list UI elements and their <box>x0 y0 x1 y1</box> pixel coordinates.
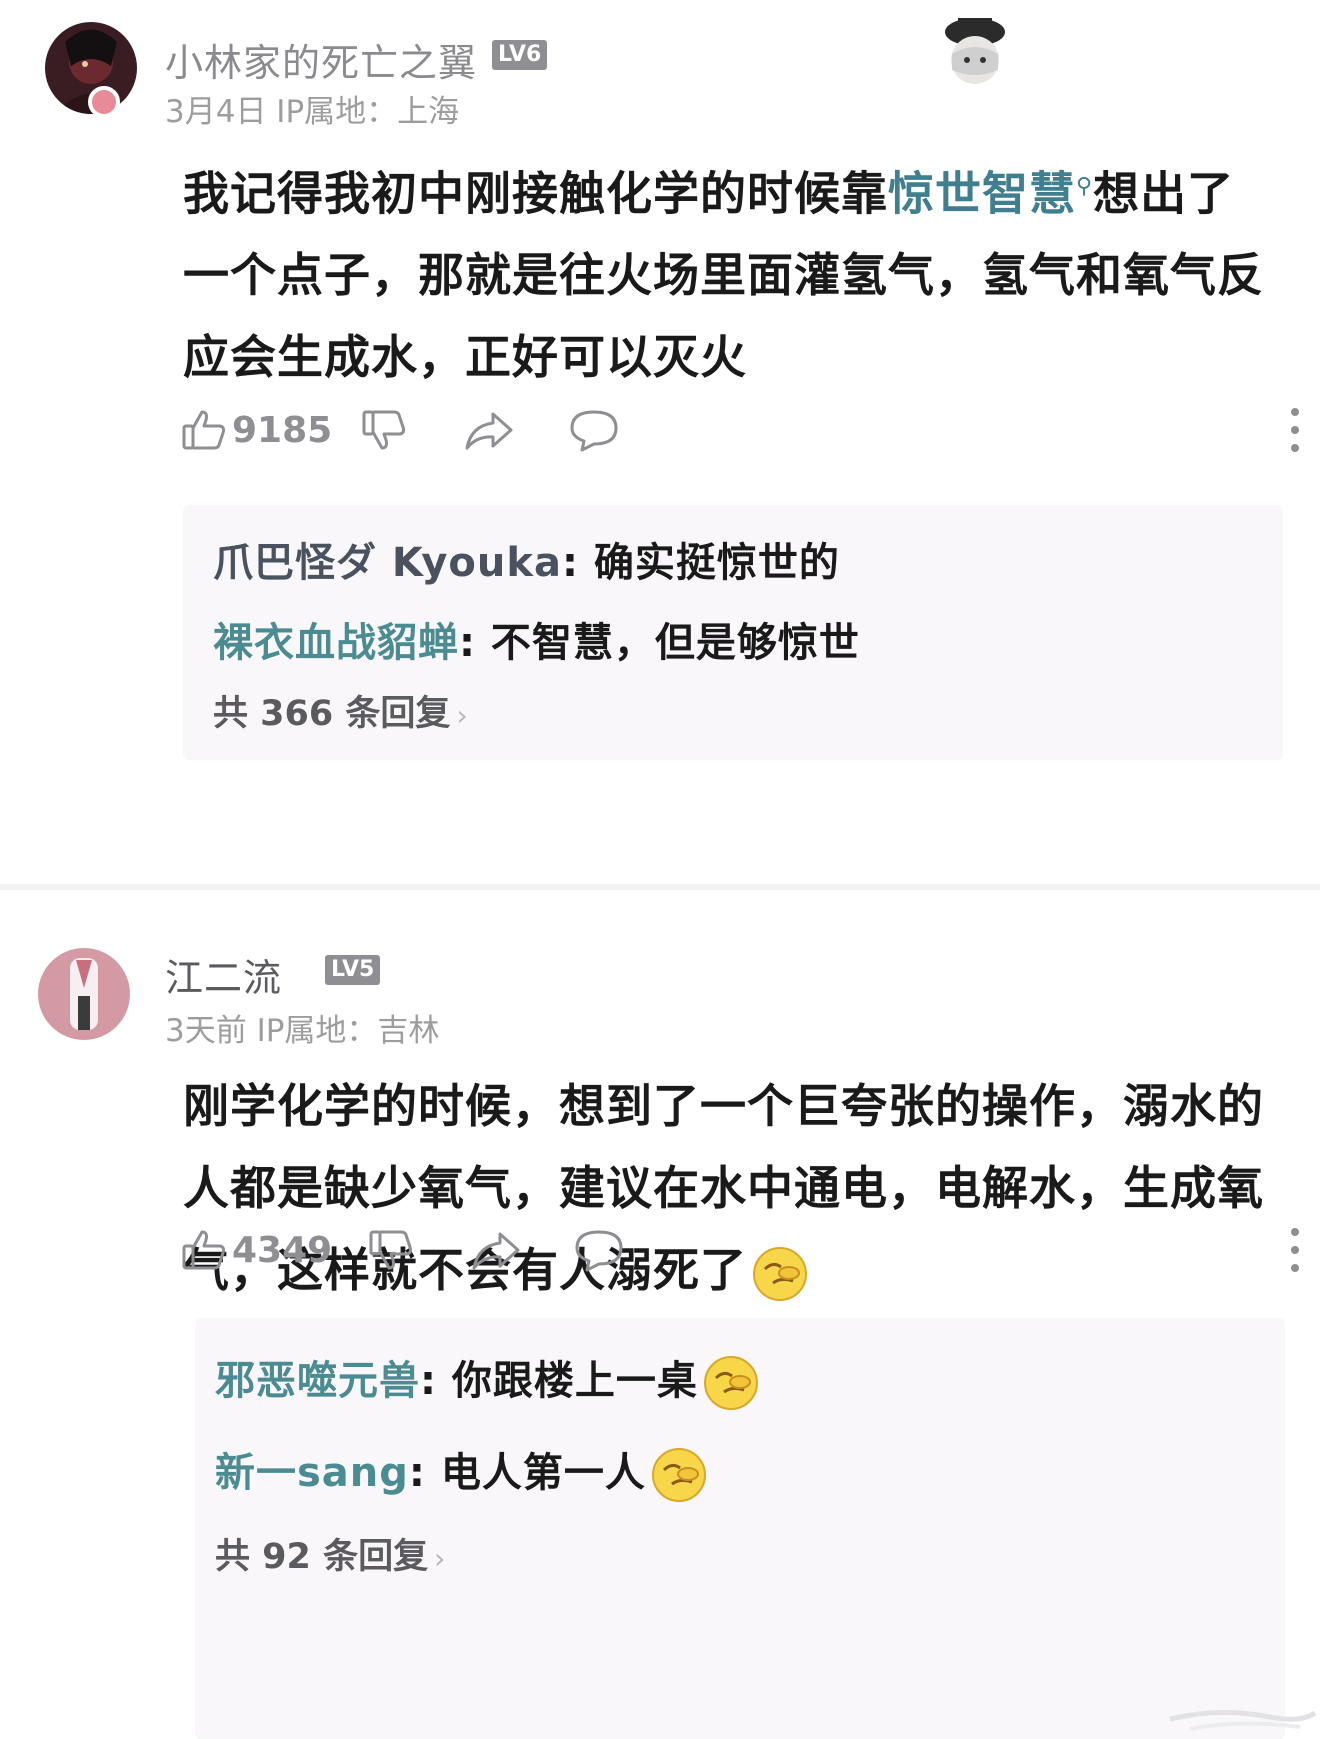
chevron-right-icon: › <box>434 1542 446 1575</box>
level-badge: LV5 <box>325 955 381 985</box>
dislike-button[interactable] <box>360 400 408 460</box>
reply-preview[interactable]: 邪恶噬元兽: 你跟楼上一桌 新一sang: 电人第一人 共 92 条回复 › <box>195 1318 1285 1739</box>
reply-separator: : <box>459 620 491 666</box>
reply-text: 电人第一人 <box>440 1450 646 1496</box>
comment-meta: 3天前 IP属地：吉林 <box>165 1013 440 1049</box>
avatar-badge <box>88 86 120 118</box>
reply-item[interactable]: 爪巴怪ダ Kyouka: 确实挺惊世的 <box>213 530 840 588</box>
level-badge: LV6 <box>492 40 548 70</box>
reply-text: 你跟楼上一桌 <box>451 1358 698 1404</box>
watermark-mark <box>1160 1699 1320 1739</box>
chevron-right-icon: › <box>456 699 468 732</box>
avatar[interactable] <box>38 855 130 947</box>
view-all-replies-link[interactable]: 共 92 条回复 › <box>215 1528 445 1579</box>
reply-total-label: 共 366 条回复 <box>213 694 451 734</box>
like-count: 4349 <box>232 1229 333 1271</box>
divider <box>0 884 1320 890</box>
search-link[interactable]: 惊世智慧 <box>888 166 1076 220</box>
like-button[interactable]: 4349 <box>180 1220 332 1280</box>
comment-meta: 3月4日 IP属地：上海 <box>165 94 460 130</box>
thumbs-up-icon <box>182 1230 226 1270</box>
like-button[interactable]: 9185 <box>180 400 332 460</box>
facepalm-emoji-icon <box>702 1354 760 1412</box>
dislike-button[interactable] <box>367 1220 415 1280</box>
thumbs-down-icon <box>369 1230 413 1270</box>
reply-total-label: 共 92 条回复 <box>215 1537 429 1577</box>
like-count: 9185 <box>232 409 333 451</box>
comment-card: 小林家的死亡之翼 LV6 3月4日 IP属地：上海 我记得我初中刚接触化学的时候… <box>0 0 1320 880</box>
speech-bubble-icon <box>570 410 618 452</box>
share-arrow-icon <box>465 412 513 450</box>
reply-button[interactable] <box>568 400 620 460</box>
more-vertical-icon[interactable] <box>1288 1226 1300 1274</box>
reply-author[interactable]: 裸衣血战貂蝉 <box>213 620 459 666</box>
reply-item[interactable]: 新一sang: 电人第一人 <box>215 1440 708 1504</box>
reply-separator: : <box>562 540 594 586</box>
share-button[interactable] <box>463 400 515 460</box>
reply-author[interactable]: 邪恶噬元兽 <box>215 1358 420 1404</box>
thumbs-up-icon <box>182 410 226 450</box>
sticker-avatar <box>930 10 1020 100</box>
share-button[interactable] <box>470 1220 522 1280</box>
reply-text: 不智慧，但是够惊世 <box>490 620 860 666</box>
username[interactable]: 小林家的死亡之翼 <box>165 32 477 87</box>
reply-preview[interactable]: 爪巴怪ダ Kyouka: 确实挺惊世的 裸衣血战貂蝉: 不智慧，但是够惊世 共 … <box>183 505 1283 760</box>
reply-separator: : <box>420 1358 452 1404</box>
thumbs-down-icon <box>362 410 406 450</box>
reply-separator: : <box>408 1450 441 1496</box>
reply-author[interactable]: 新一sang <box>215 1450 409 1496</box>
reply-author[interactable]: 爪巴怪ダ Kyouka <box>213 540 562 586</box>
reply-item[interactable]: 邪恶噬元兽: 你跟楼上一桌 <box>215 1348 760 1412</box>
reply-button[interactable] <box>573 1220 625 1280</box>
comment-body: 我记得我初中刚接触化学的时候靠惊世智慧⚲想出了一个点子，那就是往火场里面灌氢气，… <box>183 146 1273 398</box>
share-arrow-icon <box>472 1232 520 1270</box>
avatar[interactable] <box>38 948 130 1040</box>
view-all-replies-link[interactable]: 共 366 条回复 › <box>213 685 468 736</box>
more-vertical-icon[interactable] <box>1288 406 1300 454</box>
speech-bubble-icon <box>575 1230 623 1272</box>
comment-body-text-start: 我记得我初中刚接触化学的时候靠 <box>183 166 888 221</box>
reply-text: 确实挺惊世的 <box>593 540 840 586</box>
reply-item[interactable]: 裸衣血战貂蝉: 不智慧，但是够惊世 <box>213 610 860 668</box>
username[interactable]: 江二流 <box>165 947 282 1002</box>
comment-actions: 4349 <box>180 1220 1299 1280</box>
facepalm-emoji-icon <box>650 1446 708 1504</box>
search-icon[interactable]: ⚲ <box>1076 174 1093 199</box>
comment-actions: 9185 <box>180 400 1299 460</box>
